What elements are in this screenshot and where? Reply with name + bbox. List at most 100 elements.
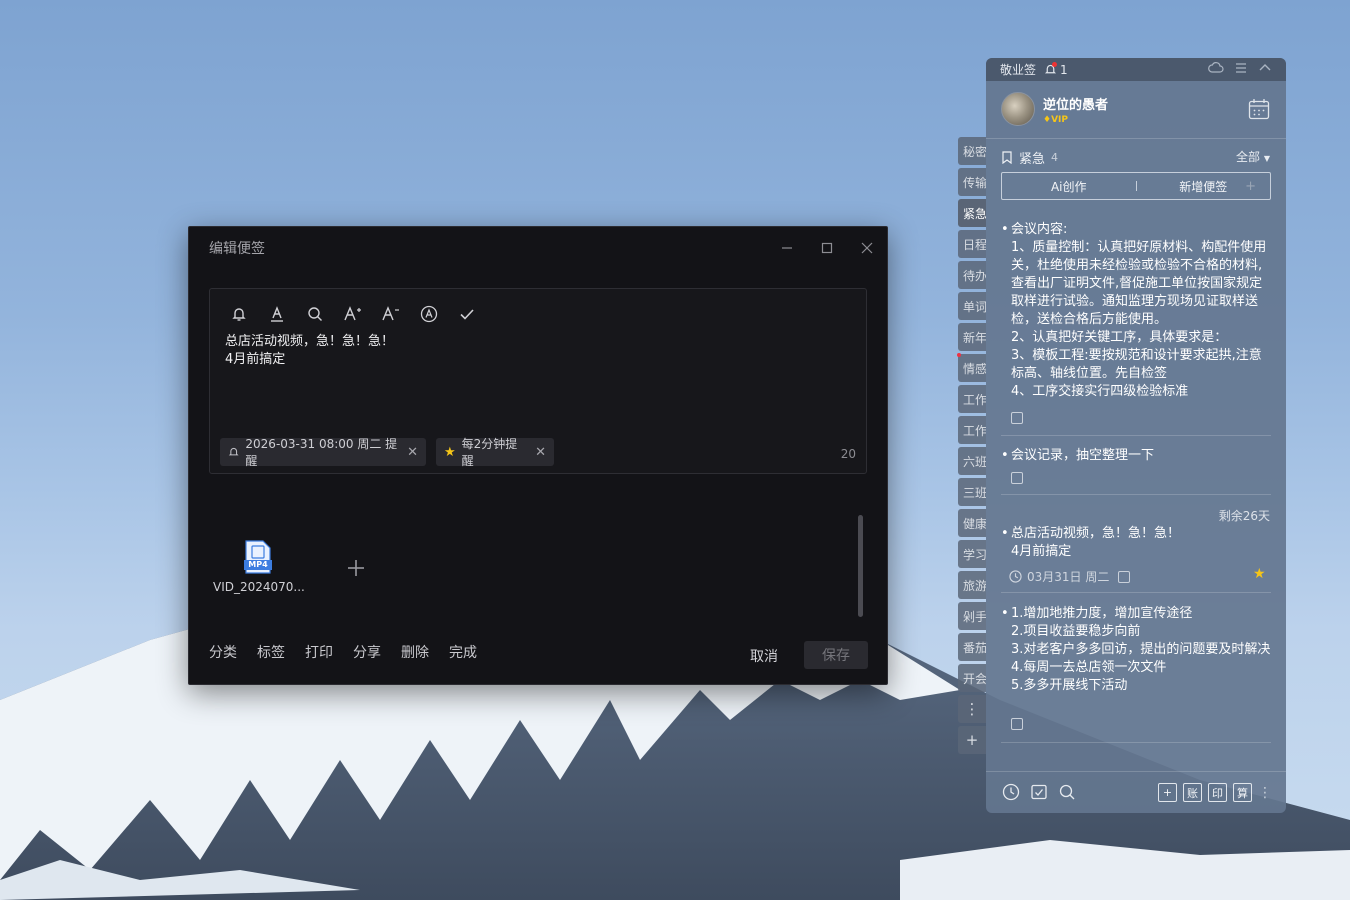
tab-urgent[interactable]: 紧急 (958, 199, 986, 227)
plus-icon[interactable]: + (1245, 179, 1256, 194)
print-button[interactable]: 打印 (305, 642, 333, 662)
tab-words[interactable]: 单词 (958, 292, 986, 320)
text-style-icon[interactable] (410, 301, 448, 327)
divider (1001, 435, 1271, 436)
user-profile[interactable]: 逆位的愚者 ♦VIP (1001, 91, 1108, 127)
note-bullet: • (1001, 448, 1009, 463)
search-icon[interactable] (1058, 783, 1076, 801)
more-tabs-icon[interactable]: ⋮ (958, 695, 986, 723)
tag-button[interactable]: 标签 (257, 642, 285, 662)
calculator-button[interactable]: 算 (1233, 783, 1252, 802)
reminder-tag-text: 2026-03-31 08:00 周二 提醒 (245, 437, 398, 468)
tab-secret[interactable]: 秘密 (958, 137, 986, 165)
notification-button[interactable]: 1 (1044, 61, 1068, 77)
edit-window-title: 编辑便签 (209, 241, 265, 257)
cancel-button[interactable]: 取消 (750, 646, 778, 666)
add-item-button[interactable]: + (1158, 783, 1177, 802)
check-icon[interactable] (448, 301, 486, 327)
account-book-button[interactable]: 账 (1183, 783, 1202, 802)
note-date: 03月31日 周二 (1027, 570, 1110, 584)
complete-button[interactable]: 完成 (449, 642, 477, 662)
current-category[interactable]: 紧急 4 (1001, 148, 1058, 167)
repeat-tag[interactable]: ★ 每2分钟提醒 ✕ (436, 437, 554, 468)
delete-button[interactable]: 删除 (401, 642, 429, 662)
note-item[interactable]: • 会议内容: 1、质量控制：认真把好原材料、构配件使用关，杜绝使用未经检验或检… (1001, 221, 1271, 407)
note-bullet: • (1001, 222, 1009, 237)
note-editor[interactable]: 总店活动视频，急！急！急！ 4月前搞定 2026-03-31 08:00 周二 … (209, 288, 867, 474)
filter-label: 全部 (1236, 150, 1261, 164)
close-icon[interactable] (856, 237, 878, 259)
text-color-icon[interactable] (258, 301, 296, 327)
tab-work-2[interactable]: 工作 (958, 416, 986, 444)
category-button[interactable]: 分类 (209, 642, 237, 662)
tab-meeting[interactable]: 开会 (958, 664, 986, 692)
mp4-file-icon: MP4 (244, 540, 272, 574)
stamp-button[interactable]: 印 (1208, 783, 1227, 802)
cloud-sync-icon[interactable] (1208, 61, 1224, 75)
more-options-icon[interactable]: ⋮ (1258, 785, 1272, 801)
bell-icon (228, 447, 239, 456)
tab-class-three[interactable]: 三班 (958, 478, 986, 506)
note-attachment-icon (1011, 472, 1023, 484)
remaining-days: 剩余26天 (1218, 509, 1270, 523)
notification-dot (1052, 61, 1058, 67)
notification-count: 1 (1060, 62, 1068, 77)
tab-todo[interactable]: 待办 (958, 261, 986, 289)
char-count: 20 (840, 447, 856, 461)
tab-schedule[interactable]: 日程 (958, 230, 986, 258)
note-body: 会议记录，抽空整理一下 (1011, 448, 1155, 463)
editor-toolbar (220, 301, 486, 327)
notes-panel: 敬业签 1 逆位的愚者 ♦VIP 紧急 4 全部 ▼ Ai创作 新增便签 + •… (986, 58, 1286, 813)
tab-emotion[interactable]: 情感 (958, 354, 986, 382)
add-tab-icon[interactable]: + (958, 726, 986, 754)
repeat-tag-text: 每2分钟提醒 (461, 437, 518, 468)
search-icon[interactable] (296, 301, 334, 327)
save-button[interactable]: 保存 (804, 641, 868, 669)
ai-create-button[interactable]: Ai创作 (1002, 178, 1136, 195)
tab-travel[interactable]: 旅游 (958, 571, 986, 599)
bell-icon[interactable] (220, 301, 258, 327)
calendar-icon[interactable] (1248, 98, 1270, 120)
panel-top-icons (1208, 61, 1272, 75)
tab-class-six[interactable]: 六班 (958, 447, 986, 475)
font-decrease-icon[interactable] (372, 301, 410, 327)
editor-scrollbar[interactable] (858, 515, 863, 617)
clock-icon[interactable] (1002, 783, 1020, 801)
menu-icon[interactable] (1234, 61, 1248, 75)
filter-dropdown[interactable]: 全部 ▼ (1236, 148, 1270, 165)
note-attachment-icon (1011, 412, 1023, 424)
tab-study[interactable]: 学习 (958, 540, 986, 568)
remove-reminder-icon[interactable]: ✕ (407, 445, 418, 460)
divider (986, 771, 1286, 772)
note-item[interactable]: • 1.增加地推力度，增加宣传途径 2.项目收益要稳步向前 3.对老客户多多回访… (1001, 605, 1271, 695)
note-content[interactable]: 总店活动视频，急！急！急！ 4月前搞定 (225, 333, 394, 369)
note-item[interactable]: • 总店活动视频，急！急！急！ 4月前搞定 (1001, 525, 1271, 561)
avatar[interactable] (1001, 92, 1035, 126)
maximize-icon[interactable] (816, 237, 838, 259)
vip-label: VIP (1051, 114, 1068, 125)
tab-new-year[interactable]: 新年 (958, 323, 986, 351)
attachment-item[interactable]: MP4 VID_2024070... (213, 540, 305, 594)
note-item[interactable]: • 会议记录，抽空整理一下 (1001, 447, 1271, 465)
share-button[interactable]: 分享 (353, 642, 381, 662)
collapse-icon[interactable] (1258, 61, 1272, 75)
user-info: 逆位的愚者 ♦VIP (1043, 94, 1108, 125)
tab-transfer[interactable]: 传输 (958, 168, 986, 196)
tab-shopping[interactable]: 剁手 (958, 602, 986, 630)
diamond-icon: ♦ (1043, 114, 1052, 125)
reminder-tag[interactable]: 2026-03-31 08:00 周二 提醒 ✕ (220, 437, 426, 468)
add-attachment-icon[interactable] (347, 555, 365, 583)
font-increase-icon[interactable] (334, 301, 372, 327)
remove-repeat-icon[interactable]: ✕ (535, 445, 546, 460)
note-line: 总店活动视频，急！急！急！ (225, 334, 395, 349)
star-icon: ★ (444, 444, 456, 460)
divider (986, 138, 1286, 139)
tab-work-1[interactable]: 工作 (958, 385, 986, 413)
note-bullet: • (1001, 606, 1009, 621)
todo-check-icon[interactable] (1030, 783, 1048, 801)
tab-health[interactable]: 健康 (958, 509, 986, 537)
minimize-icon[interactable] (776, 237, 798, 259)
tab-tomato[interactable]: 番茄 (958, 633, 986, 661)
star-icon[interactable]: ★ (1253, 566, 1266, 582)
panel-titlebar[interactable]: 敬业签 1 (986, 58, 1286, 81)
